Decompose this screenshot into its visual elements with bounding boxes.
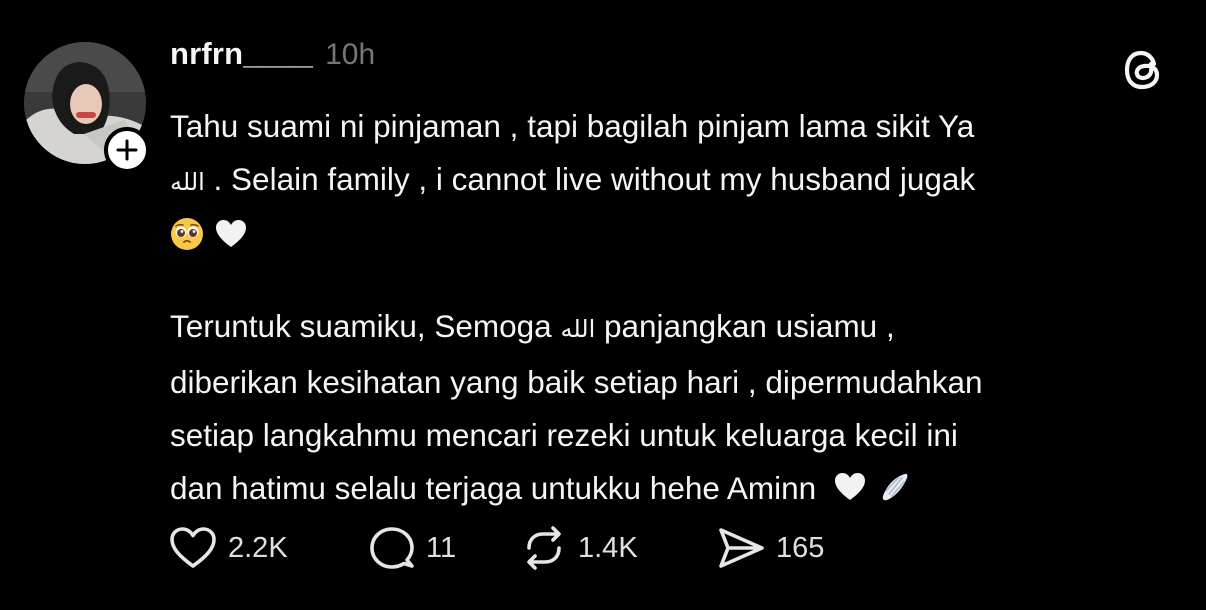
- paper-plane-icon: [719, 528, 764, 568]
- text-span: Teruntuk suamiku, Semoga: [170, 308, 561, 344]
- post-content: Tahu suami ni pinjaman , tapi bagilah pi…: [170, 100, 1180, 515]
- text-line: diberikan kesihatan yang baik setiap har…: [170, 364, 983, 400]
- post-header: nrfrn____ 10h: [170, 36, 375, 72]
- paragraph-1: Tahu suami ni pinjaman , tapi bagilah pi…: [170, 100, 1180, 262]
- heart-outline-icon: [170, 527, 216, 568]
- thread-post: nrfrn____ 10h Tahu suami ni pinjaman , t…: [0, 0, 1206, 610]
- wing-emoji: [882, 473, 908, 501]
- plus-icon: [116, 139, 138, 161]
- like-count: 2.2K: [228, 531, 288, 564]
- repost-count: 1.4K: [578, 531, 638, 564]
- text-line: dan hatimu selalu terjaga untukku hehe A…: [170, 462, 1180, 515]
- comment-bubble-icon: [370, 527, 414, 569]
- arabic-allah-text: الله: [170, 168, 205, 196]
- share-count: 165: [776, 531, 825, 564]
- text-line: الله . Selain family , i cannot live wit…: [170, 153, 1180, 209]
- pleading-face-emoji: [171, 218, 203, 250]
- emoji-line: [170, 209, 1180, 262]
- share-button[interactable]: 165: [716, 525, 824, 571]
- threads-logo-icon[interactable]: [1120, 44, 1170, 94]
- repost-button[interactable]: 1.4K: [520, 524, 716, 572]
- text-line: Tahu suami ni pinjaman , tapi bagilah pi…: [170, 108, 975, 144]
- follow-button[interactable]: [104, 127, 150, 173]
- arabic-allah-text: الله: [560, 315, 596, 343]
- repost-arrows-icon: [527, 526, 561, 570]
- white-heart-emoji: [834, 473, 865, 500]
- reply-button[interactable]: 11: [368, 524, 520, 572]
- text-line: Teruntuk suamiku, Semoga الله panjangkan…: [170, 300, 1180, 356]
- username[interactable]: nrfrn____: [170, 36, 313, 72]
- text-span: panjangkan usiamu ,: [595, 308, 895, 344]
- white-heart-emoji: [216, 220, 246, 247]
- paragraph-2: Teruntuk suamiku, Semoga الله panjangkan…: [170, 300, 1180, 515]
- text-span: dan hatimu selalu terjaga untukku hehe A…: [170, 470, 817, 506]
- like-button[interactable]: 2.2K: [168, 525, 368, 571]
- timestamp: 10h: [325, 38, 376, 71]
- action-bar: 2.2K 11 1.4K 165: [168, 524, 824, 572]
- text-line: setiap langkahmu mencari rezeki untuk ke…: [170, 417, 958, 453]
- text-span: . Selain family , i cannot live without …: [204, 161, 976, 197]
- reply-count: 11: [426, 531, 457, 564]
